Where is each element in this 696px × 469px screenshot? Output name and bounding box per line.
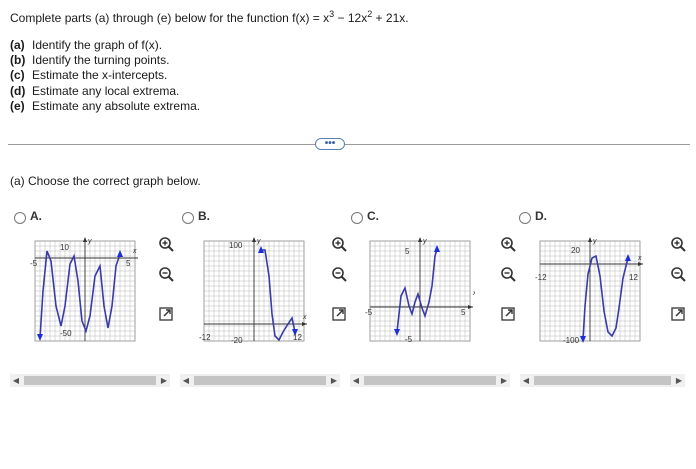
zoom-in-icon[interactable] — [331, 236, 347, 252]
x-axis-label: x — [472, 290, 475, 297]
part-text: Identify the graph of f(x). — [32, 38, 163, 52]
scrollbar-option-c[interactable]: ◀ ▶ — [350, 374, 510, 387]
y-top-label: 5 — [405, 247, 410, 256]
graph-option-d: 20 -100 -12 12 x y — [535, 237, 643, 345]
part-text: Identify the turning points. — [32, 53, 170, 68]
scrollbar-option-b[interactable]: ◀ ▶ — [180, 374, 340, 387]
x-axis-label: x — [637, 255, 642, 262]
part-letter: (a) — [10, 38, 25, 52]
x-right-label: 12 — [629, 273, 638, 282]
problem-statement: Complete parts (a) through (e) below for… — [10, 9, 409, 25]
part-a: (a) Identify the graph of f(x). — [10, 38, 200, 53]
part-text: Estimate any absolute extrema. — [32, 98, 201, 113]
y-bottom-label: -100 — [563, 336, 580, 345]
problem-suffix: + 21x. — [372, 11, 409, 25]
scroll-thumb[interactable] — [24, 376, 156, 385]
y-top-label: 10 — [60, 243, 69, 252]
graph-option-b: 100 -20 -12 12 x y — [199, 237, 307, 345]
option-a-label: A. — [30, 209, 42, 223]
x-left-label: -12 — [535, 273, 547, 282]
x-right-label: 5 — [461, 308, 466, 317]
scroll-thumb[interactable] — [364, 376, 496, 385]
y-axis-label: y — [422, 238, 427, 245]
radio-option-b[interactable] — [182, 212, 194, 224]
option-c-label: C. — [367, 209, 379, 223]
x-right-label: 12 — [293, 333, 302, 342]
parts-list: (a) Identify the graph of f(x). (b) Identi… — [10, 38, 200, 114]
problem-prefix: Complete parts (a) through (e) below for… — [10, 11, 330, 25]
scroll-left-icon[interactable]: ◀ — [180, 374, 192, 387]
scroll-left-icon[interactable]: ◀ — [350, 374, 362, 387]
zoom-in-icon[interactable] — [500, 236, 516, 252]
x-right-label: 5 — [126, 259, 131, 268]
scroll-right-icon[interactable]: ▶ — [328, 374, 340, 387]
zoom-out-icon[interactable] — [500, 266, 516, 282]
zoom-in-icon[interactable] — [158, 236, 174, 252]
part-d: (d) Estimate any local extrema. — [10, 84, 200, 99]
scroll-right-icon[interactable]: ▶ — [673, 374, 685, 387]
scroll-left-icon[interactable]: ◀ — [520, 374, 532, 387]
y-bottom-label: -50 — [60, 329, 72, 338]
radio-option-c[interactable] — [351, 212, 363, 224]
y-bottom-label: -5 — [405, 335, 413, 344]
problem-text: Complete parts (a) through (e) below for… — [10, 9, 409, 25]
part-letter: (c) — [10, 68, 25, 83]
zoom-out-icon[interactable] — [158, 266, 174, 282]
y-axis-label: y — [256, 238, 261, 245]
zoom-in-icon[interactable] — [670, 236, 686, 252]
expand-icon[interactable] — [158, 306, 174, 322]
option-b-label: B. — [198, 209, 210, 223]
part-text: Estimate the x-intercepts. — [32, 68, 168, 83]
more-button[interactable]: ••• — [315, 138, 345, 150]
x-left-label: -5 — [30, 259, 38, 268]
x-left-label: -12 — [199, 333, 211, 342]
graph-option-a: 10 -50 -5 5 x y — [30, 237, 138, 342]
part-e: (e) Estimate any absolute extrema. — [10, 99, 200, 114]
y-top-label: 20 — [571, 246, 580, 255]
expand-icon[interactable] — [670, 306, 686, 322]
y-bottom-label: -20 — [231, 336, 243, 345]
x-left-label: -5 — [365, 308, 373, 317]
y-axis-label: y — [592, 238, 597, 245]
radio-option-d[interactable] — [519, 212, 531, 224]
part-letter: (e) — [10, 98, 25, 113]
scroll-right-icon[interactable]: ▶ — [158, 374, 170, 387]
option-d-label: D. — [535, 209, 547, 223]
problem-mid: − 12x — [334, 11, 368, 25]
scroll-right-icon[interactable]: ▶ — [498, 374, 510, 387]
part-c: (c) Estimate the x-intercepts. — [10, 68, 200, 83]
scroll-thumb[interactable] — [194, 376, 326, 385]
y-top-label: 100 — [229, 241, 243, 250]
scroll-left-icon[interactable]: ◀ — [10, 374, 22, 387]
part-letter: (d) — [10, 83, 26, 98]
radio-option-a[interactable] — [14, 212, 26, 224]
y-axis-label: y — [87, 238, 92, 245]
scroll-thumb[interactable] — [534, 376, 671, 385]
scrollbar-option-a[interactable]: ◀ ▶ — [10, 374, 170, 387]
part-text: Estimate any local extrema. — [32, 83, 180, 98]
x-axis-label: x — [302, 314, 307, 321]
x-axis-label: x — [132, 248, 137, 255]
part-b: (b) Identify the turning points. — [10, 53, 200, 68]
expand-icon[interactable] — [500, 306, 516, 322]
zoom-out-icon[interactable] — [670, 266, 686, 282]
scrollbar-option-d[interactable]: ◀ ▶ — [520, 374, 685, 387]
expand-icon[interactable] — [331, 306, 347, 322]
section-divider — [8, 144, 690, 145]
question-prompt: (a) Choose the correct graph below. — [10, 174, 201, 188]
zoom-out-icon[interactable] — [331, 266, 347, 282]
graph-option-c: 5 -5 -5 5 x y — [365, 237, 475, 344]
part-letter: (b) — [10, 53, 26, 68]
